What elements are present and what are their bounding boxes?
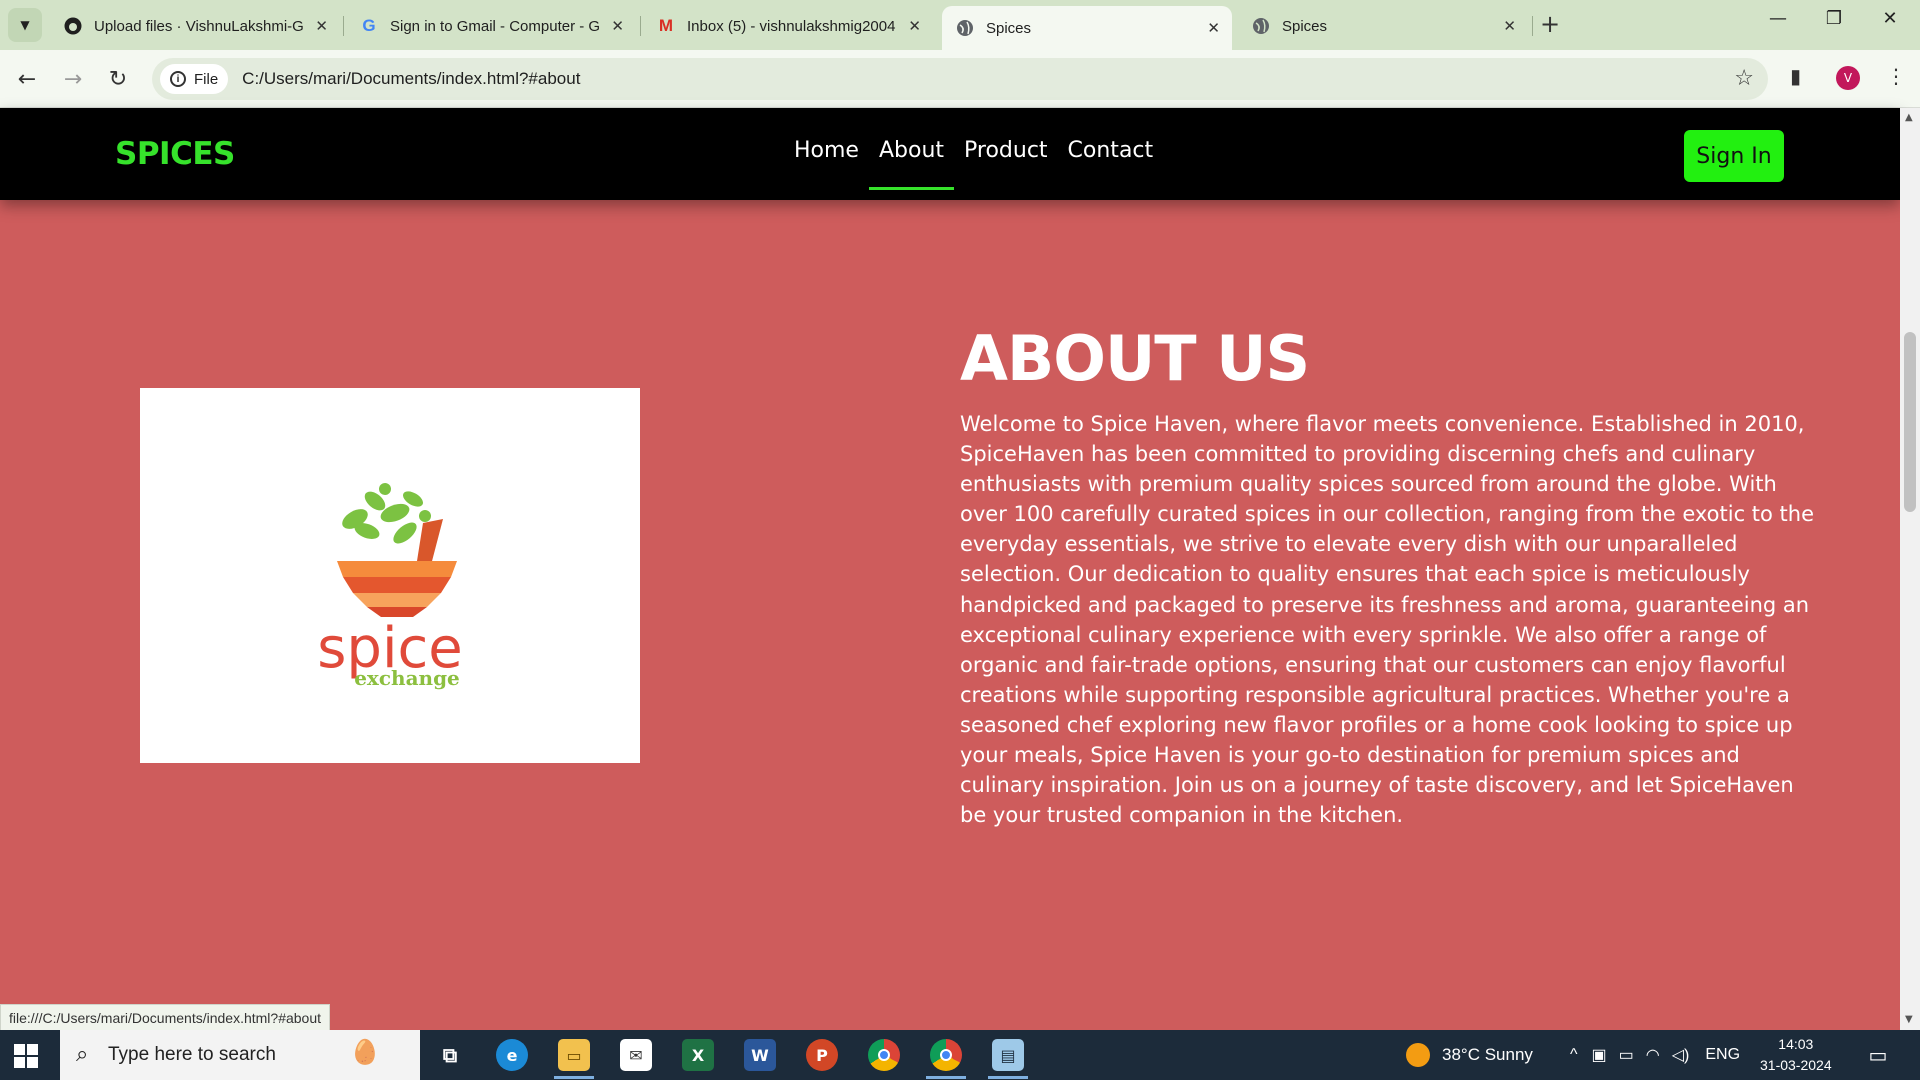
- restore-icon[interactable]: ❐: [1814, 8, 1854, 29]
- notifications-icon[interactable]: ▭: [1862, 1039, 1894, 1071]
- google-icon: G: [362, 16, 376, 35]
- scroll-thumb[interactable]: [1904, 332, 1916, 512]
- logo-subword: exchange: [354, 666, 460, 690]
- tab-separator: [343, 16, 344, 36]
- about-image: spice exchange: [140, 388, 640, 763]
- browser-toolbar: ← → ↻ i File C:/Users/mari/Documents/ind…: [0, 50, 1920, 108]
- notepad-icon[interactable]: ▤: [992, 1039, 1024, 1071]
- address-bar[interactable]: i File C:/Users/mari/Documents/index.htm…: [152, 58, 1768, 100]
- weather-widget[interactable]: 38°C Sunny: [1406, 1030, 1533, 1080]
- close-icon[interactable]: ✕: [611, 17, 624, 35]
- tab-title: Spices: [1282, 17, 1328, 35]
- about-paragraph: Welcome to Spice Haven, where flavor mee…: [960, 412, 1815, 828]
- browser-tab[interactable]: Upload files · VishnuLakshmi-G ✕: [50, 6, 340, 46]
- close-icon[interactable]: ✕: [1503, 17, 1516, 35]
- globe-icon: [1252, 17, 1270, 35]
- clock-date: 31-03-2024: [1760, 1057, 1832, 1073]
- close-icon[interactable]: ✕: [1207, 19, 1220, 37]
- taskbar-search-placeholder: Type here to search: [108, 1044, 276, 1065]
- nav-product-link[interactable]: Product: [954, 138, 1058, 190]
- tab-title: Sign in to Gmail - Computer - G: [390, 17, 600, 35]
- taskbar-clock[interactable]: 14:03 31-03-2024: [1760, 1034, 1832, 1076]
- minimize-icon[interactable]: —: [1758, 8, 1798, 29]
- word-icon[interactable]: W: [744, 1039, 776, 1071]
- about-title: ABOUT US: [960, 322, 1310, 395]
- new-tab-plus-icon[interactable]: +: [1540, 10, 1560, 38]
- running-indicator: [926, 1076, 966, 1079]
- meet-now-icon[interactable]: ▣: [1592, 1045, 1607, 1065]
- clock-time: 14:03: [1778, 1036, 1814, 1052]
- battery-icon[interactable]: ▭: [1619, 1045, 1634, 1065]
- info-icon: i: [170, 71, 186, 87]
- weather-text: 38°C Sunny: [1442, 1045, 1533, 1064]
- tab-search-button[interactable]: ▼: [8, 8, 42, 42]
- url-text[interactable]: C:/Users/mari/Documents/index.html?#abou…: [242, 69, 580, 89]
- globe-icon: [956, 19, 974, 37]
- tray-icons: ^ ▣ ▭ ◠ ◁) ENG: [1570, 1030, 1740, 1080]
- browser-tab[interactable]: M Inbox (5) - vishnulakshmig2004 ✕: [643, 6, 933, 46]
- reload-icon[interactable]: ↻: [103, 64, 133, 94]
- chrome-icon[interactable]: [868, 1039, 900, 1071]
- edge-icon[interactable]: e: [496, 1039, 528, 1071]
- back-arrow-icon[interactable]: ←: [12, 64, 42, 94]
- language-indicator[interactable]: ENG: [1705, 1046, 1740, 1064]
- file-explorer-icon[interactable]: ▭: [558, 1039, 590, 1071]
- site-logo[interactable]: SPICES: [115, 136, 235, 172]
- side-panel-icon[interactable]: ▮: [1790, 64, 1801, 88]
- windows-start-icon[interactable]: [14, 1044, 38, 1068]
- site-info-chip[interactable]: i File: [160, 64, 229, 94]
- chrome-profile-icon[interactable]: [930, 1039, 962, 1071]
- gmail-icon: M: [658, 16, 674, 35]
- tab-separator: [1532, 16, 1533, 36]
- close-icon[interactable]: ✕: [315, 17, 328, 35]
- browser-tab[interactable]: Spices ✕: [1238, 6, 1528, 46]
- browser-tab[interactable]: G Sign in to Gmail - Computer - G ✕: [346, 6, 636, 46]
- site-info-label: File: [194, 70, 219, 88]
- bookmark-star-icon[interactable]: ☆: [1734, 66, 1754, 91]
- spice-exchange-logo: spice exchange: [317, 482, 463, 690]
- chevron-up-icon[interactable]: ^: [1570, 1046, 1578, 1064]
- mail-icon[interactable]: ✉: [620, 1039, 652, 1071]
- forward-arrow-icon[interactable]: →: [58, 64, 88, 94]
- windows-taskbar: ⌕ Type here to search 🥚 ⧉ e ▭ ✉ X W P ▤ …: [0, 1030, 1920, 1080]
- nav-home-link[interactable]: Home: [784, 138, 869, 190]
- nav-contact-link[interactable]: Contact: [1058, 138, 1164, 190]
- running-indicator: [988, 1076, 1028, 1079]
- browser-tab-strip: ▼ Upload files · VishnuLakshmi-G ✕ G Sig…: [0, 0, 1920, 50]
- chevron-down-icon: ▼: [20, 18, 30, 32]
- taskbar-search[interactable]: ⌕ Type here to search 🥚: [60, 1030, 420, 1080]
- github-icon: [64, 17, 82, 35]
- speaker-icon[interactable]: ◁): [1672, 1045, 1690, 1065]
- tab-separator: [640, 16, 641, 36]
- sign-in-button[interactable]: Sign In: [1684, 130, 1784, 182]
- window-close-icon[interactable]: ✕: [1870, 8, 1910, 29]
- easter-eggs-icon: 🥚: [350, 1038, 380, 1066]
- site-menu: Home About Product Contact: [784, 138, 1163, 190]
- powerpoint-icon[interactable]: P: [806, 1039, 838, 1071]
- close-icon[interactable]: ✕: [908, 17, 921, 35]
- running-indicator: [554, 1076, 594, 1079]
- wifi-icon[interactable]: ◠: [1646, 1045, 1660, 1065]
- tab-title: Spices: [986, 19, 1032, 37]
- page-scrollbar[interactable]: ▲ ▼: [1900, 108, 1920, 1030]
- nav-about-link[interactable]: About: [868, 138, 955, 190]
- menu-kebab-icon[interactable]: ⋮: [1886, 64, 1906, 88]
- tab-title: Inbox (5) - vishnulakshmig2004: [687, 17, 896, 35]
- site-navbar: SPICES Home About Product Contact Sign I…: [0, 108, 1900, 200]
- profile-avatar[interactable]: V: [1836, 66, 1860, 90]
- sun-icon: [1406, 1043, 1430, 1067]
- scroll-down-icon[interactable]: ▼: [1905, 1014, 1913, 1025]
- search-icon: ⌕: [76, 1042, 89, 1067]
- task-view-icon[interactable]: ⧉: [434, 1039, 466, 1071]
- excel-icon[interactable]: X: [682, 1039, 714, 1071]
- browser-tab-active[interactable]: Spices ✕: [942, 6, 1232, 50]
- link-status-bubble: file:///C:/Users/mari/Documents/index.ht…: [0, 1004, 331, 1032]
- scroll-up-icon[interactable]: ▲: [1905, 112, 1913, 123]
- tab-title: Upload files · VishnuLakshmi-G: [94, 17, 304, 35]
